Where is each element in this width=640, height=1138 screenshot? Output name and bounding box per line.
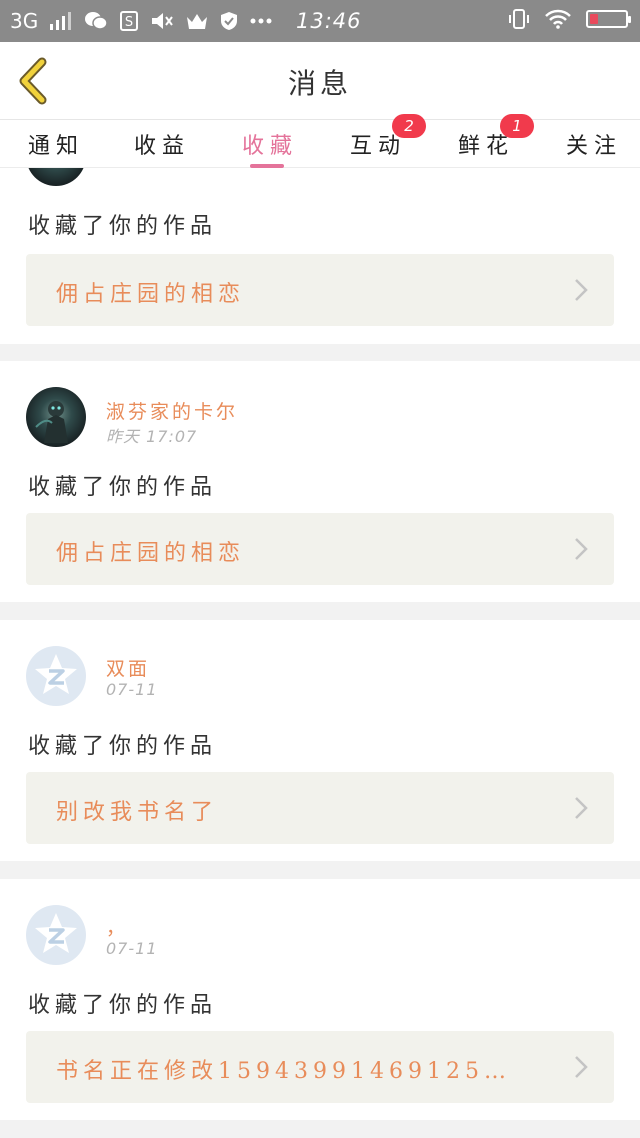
list-item: 双面 07-11 收藏了你的作品 别改我书名了	[0, 620, 640, 861]
book-title: 佣占庄园的相恋	[56, 541, 246, 566]
action-text: 收藏了你的作品	[28, 993, 218, 1018]
book-title: 书名正在修改15943991469125…	[56, 1059, 511, 1084]
timestamp: 昨天 17:07	[106, 427, 198, 446]
action-text: 收藏了你的作品	[28, 734, 218, 759]
avatar[interactable]	[26, 387, 86, 447]
username[interactable]: ，	[106, 913, 128, 940]
timestamp: 07-11	[106, 939, 158, 958]
list-item: 收藏了你的作品 佣占庄园的相恋	[0, 168, 640, 344]
network-label: 3G	[10, 9, 39, 33]
book-link[interactable]: 书名正在修改15943991469125…	[26, 1031, 614, 1103]
timestamp: 07-11	[106, 680, 158, 699]
svg-text:S: S	[125, 15, 133, 30]
action-text: 收藏了你的作品	[28, 214, 218, 239]
list-item: ， 07-11 收藏了你的作品 书名正在修改15943991469125…	[0, 879, 640, 1120]
signal-icon	[50, 12, 72, 30]
wechat-icon	[84, 11, 108, 31]
flowers-badge: 1	[500, 114, 534, 138]
s-app-icon: S	[120, 11, 139, 31]
wifi-icon	[544, 9, 572, 29]
username[interactable]: 淑芬家的卡尔	[106, 397, 238, 424]
tab-earnings[interactable]: 收益	[134, 128, 190, 160]
action-text: 收藏了你的作品	[28, 475, 218, 500]
chevron-right-icon	[575, 279, 588, 301]
tab-notifications[interactable]: 通知	[28, 128, 84, 160]
book-link[interactable]: 佣占庄园的相恋	[26, 254, 614, 326]
username[interactable]: 双面	[106, 654, 150, 681]
book-link[interactable]: 佣占庄园的相恋	[26, 513, 614, 585]
message-list[interactable]: 收藏了你的作品 佣占庄园的相恋 淑芬家的卡尔 昨天 17:07 收藏了你的作品 …	[0, 168, 640, 1138]
tab-bar: 通知 收益 收藏 互动 2 鲜花 1 关注	[0, 114, 640, 168]
list-item: 淑芬家的卡尔 昨天 17:07 收藏了你的作品 佣占庄园的相恋	[0, 361, 640, 602]
default-avatar-icon	[35, 654, 77, 694]
mute-icon	[150, 11, 174, 31]
battery-icon	[586, 10, 631, 28]
page-title: 消息	[287, 67, 352, 100]
avatar[interactable]	[26, 168, 86, 186]
chevron-right-icon	[575, 797, 588, 819]
tab-favorites[interactable]: 收藏	[242, 128, 298, 160]
status-time: 13:46	[296, 9, 362, 33]
book-title: 别改我书名了	[56, 800, 219, 825]
header-bar: 消息	[0, 42, 640, 120]
avatar[interactable]	[26, 905, 86, 965]
crown-icon	[186, 12, 208, 30]
avatar[interactable]	[26, 646, 86, 706]
more-dots-icon	[250, 18, 272, 24]
vibrate-icon	[508, 9, 530, 29]
tab-follow[interactable]: 关注	[566, 128, 622, 160]
interactions-badge: 2	[392, 114, 426, 138]
default-avatar-icon	[35, 913, 77, 953]
chevron-right-icon	[575, 1056, 588, 1078]
book-link[interactable]: 别改我书名了	[26, 772, 614, 844]
status-bar: 3G S 13:46	[0, 0, 640, 42]
book-title: 佣占庄园的相恋	[56, 282, 246, 307]
avatar-figure-icon	[35, 401, 68, 443]
shield-icon	[220, 11, 238, 31]
chevron-right-icon	[575, 538, 588, 560]
